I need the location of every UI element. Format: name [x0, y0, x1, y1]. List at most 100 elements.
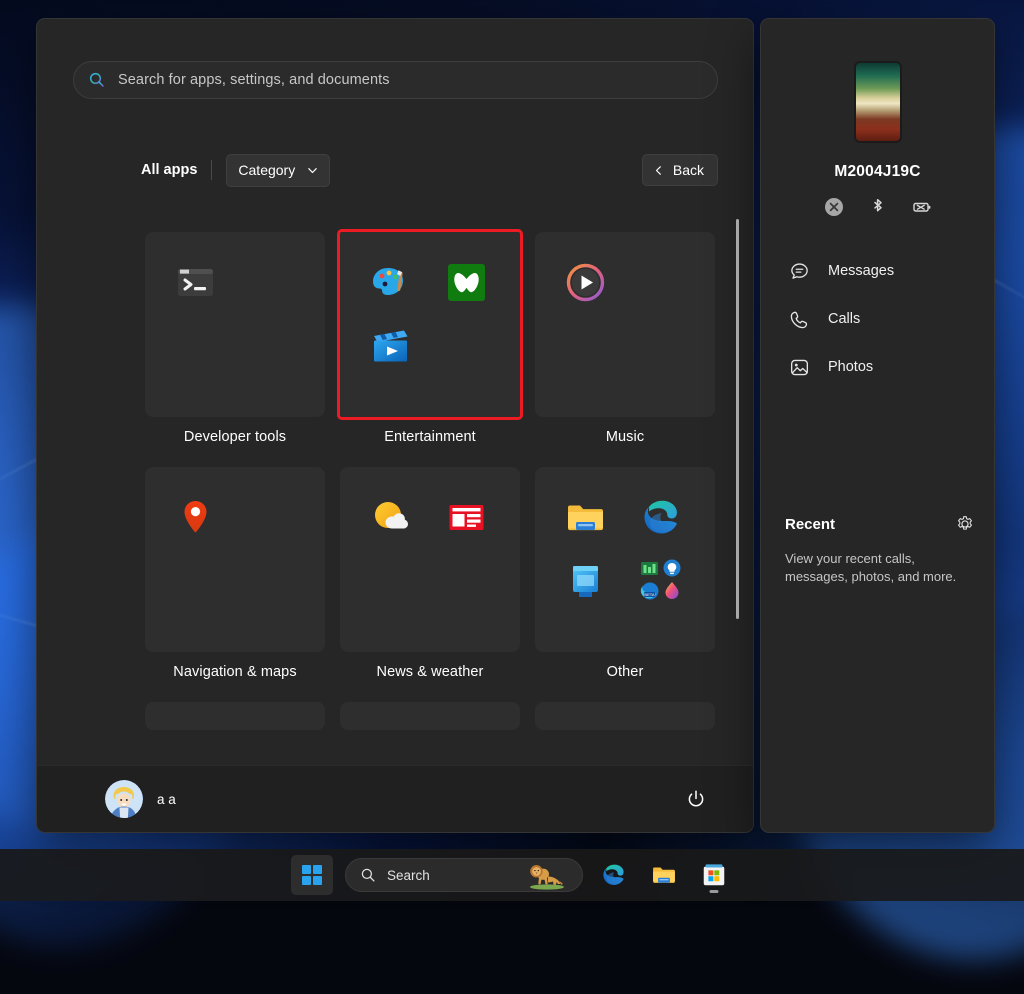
apps-scrollbar[interactable]: [736, 219, 739, 619]
apps-filter-row: All apps Category Back: [73, 152, 718, 188]
paint-icon: [368, 260, 413, 305]
edge-icon: [600, 861, 628, 889]
phone-screen-thumbnail[interactable]: [854, 61, 902, 143]
category-tile-developer-tools[interactable]: Developer tools: [145, 232, 325, 445]
nav-label: Calls: [828, 311, 860, 327]
phone-link-nav: Messages Calls Photos: [789, 247, 969, 391]
category-tile-music[interactable]: Music: [535, 232, 715, 445]
movies-tv-icon: [368, 323, 413, 368]
nav-item-messages[interactable]: Messages: [789, 247, 969, 295]
nav-label: Messages: [828, 263, 894, 279]
tile-surface[interactable]: BETA: [535, 467, 715, 652]
calls-icon: [789, 309, 810, 330]
device-name: M2004J19C: [761, 163, 994, 181]
paint-drop-mini-icon: [666, 582, 679, 599]
tile-icon-grid: [173, 495, 325, 540]
tile-label: Developer tools: [145, 429, 325, 445]
messages-icon: [789, 261, 810, 282]
gear-icon[interactable]: [956, 515, 974, 533]
tile-surface[interactable]: [340, 467, 520, 652]
app-active-indicator: [710, 890, 719, 893]
taskbar-app-edge[interactable]: [595, 855, 633, 895]
tile-label: Music: [535, 429, 715, 445]
chevron-down-icon: [307, 165, 318, 176]
nav-item-photos[interactable]: Photos: [789, 343, 969, 391]
maps-icon: [173, 495, 218, 540]
tile-icon-grid: [368, 495, 520, 540]
start-menu-panel: Search for apps, settings, and documents…: [36, 18, 754, 833]
bluetooth-icon[interactable]: [867, 196, 889, 218]
taskbar-search-box[interactable]: Search: [345, 858, 583, 892]
tile-icon-grid: BETA: [563, 495, 715, 603]
tile-icon-grid: [563, 260, 715, 305]
category-tile-partial[interactable]: [145, 702, 325, 730]
tile-label: Navigation & maps: [145, 664, 325, 680]
filter-divider: [211, 160, 212, 180]
lion-illustration: [524, 860, 570, 890]
tile-surface[interactable]: [535, 232, 715, 417]
windows-terminal-icon: [173, 260, 218, 305]
nav-label: Photos: [828, 359, 873, 375]
recent-section-header: Recent: [785, 515, 974, 533]
start-button[interactable]: [291, 855, 333, 895]
category-tile-news-weather[interactable]: News & weather: [340, 467, 520, 680]
battery-unknown-icon[interactable]: [911, 196, 933, 218]
app-categories-scroll-area[interactable]: Developer tools: [73, 215, 753, 780]
disconnect-icon[interactable]: [823, 196, 845, 218]
category-dropdown[interactable]: Category: [226, 154, 330, 187]
tile-label: Other: [535, 664, 715, 680]
category-tile-entertainment[interactable]: Entertainment: [340, 232, 520, 445]
category-tile-other[interactable]: BETA: [535, 467, 715, 680]
nav-item-calls[interactable]: Calls: [789, 295, 969, 343]
search-icon: [360, 867, 376, 883]
taskbar-search-label: Search: [387, 868, 430, 883]
phone-status-row: [761, 196, 994, 218]
taskbar: Search: [0, 849, 1024, 901]
edge-beta-mini-icon: BETA: [641, 583, 659, 600]
tile-surface[interactable]: [535, 702, 715, 730]
power-button[interactable]: [681, 784, 711, 814]
xbox-icon: [444, 260, 489, 305]
tile-icon-grid: [368, 260, 520, 368]
all-apps-label: All apps: [73, 162, 211, 178]
tile-surface-selected[interactable]: [340, 232, 520, 417]
tile-surface[interactable]: [145, 467, 325, 652]
windows-logo-icon: [301, 864, 323, 886]
weather-icon: [368, 495, 413, 540]
user-account-button[interactable]: a a: [105, 780, 176, 818]
news-icon: [444, 495, 489, 540]
tile-surface[interactable]: [340, 702, 520, 730]
avatar: [105, 780, 143, 818]
tile-icon-grid: [173, 260, 325, 305]
start-account-bar: a a: [37, 765, 753, 832]
mini-app-group-icon: BETA: [639, 558, 684, 603]
app-categories-grid: Developer tools: [73, 215, 753, 730]
tile-surface[interactable]: [145, 702, 325, 730]
phone-link-panel: M2004J19C Messages: [760, 18, 995, 833]
category-label: Category: [238, 162, 295, 178]
tile-label: Entertainment: [340, 429, 520, 445]
microsoft-store-icon: [563, 558, 608, 603]
svg-text:BETA: BETA: [644, 592, 654, 597]
recent-description: View your recent calls, messages, photos…: [785, 550, 975, 586]
taskbar-app-file-explorer[interactable]: [645, 855, 683, 895]
category-tile-partial[interactable]: [535, 702, 715, 730]
back-button[interactable]: Back: [642, 154, 718, 186]
category-tile-navigation-maps[interactable]: Navigation & maps: [145, 467, 325, 680]
category-tile-partial[interactable]: [340, 702, 520, 730]
user-name: a a: [157, 792, 176, 807]
tips-mini-icon: [664, 560, 681, 577]
spreadsheet-mini-icon: [641, 562, 658, 575]
microsoft-store-icon: [700, 861, 728, 889]
tile-label: News & weather: [340, 664, 520, 680]
search-input[interactable]: Search for apps, settings, and documents: [73, 61, 718, 99]
edge-icon: [639, 495, 684, 540]
media-player-icon: [563, 260, 608, 305]
back-label: Back: [673, 162, 704, 178]
search-placeholder-text: Search for apps, settings, and documents: [118, 72, 390, 88]
file-explorer-icon: [650, 861, 678, 889]
file-explorer-icon: [563, 495, 608, 540]
search-icon: [88, 71, 106, 89]
tile-surface[interactable]: [145, 232, 325, 417]
taskbar-app-microsoft-store[interactable]: [695, 855, 733, 895]
